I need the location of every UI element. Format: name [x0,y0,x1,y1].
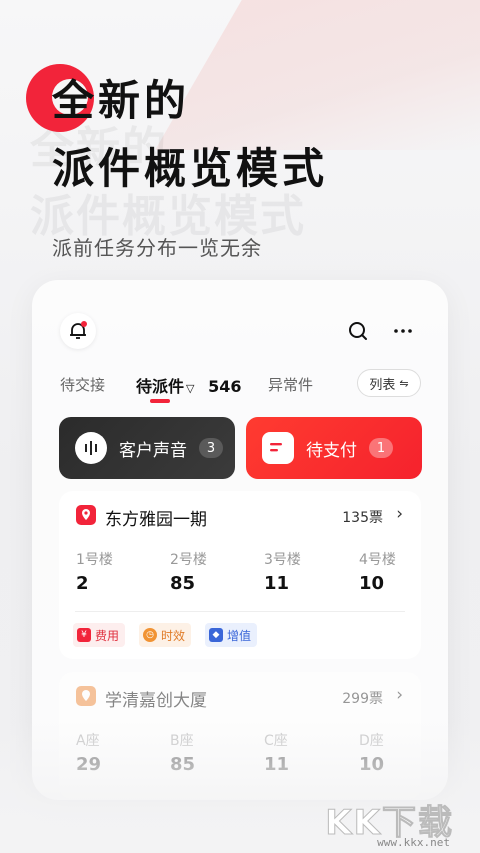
tag-timeliness: ◷ 时效 [139,623,192,647]
project-name: 东方雅园一期 [105,510,207,530]
yen-icon: ¥ [77,628,91,642]
tab-underline [150,399,170,403]
building-name: 2号楼 [170,552,207,568]
bell-icon[interactable] [60,313,96,349]
search-icon[interactable] [347,320,369,342]
tab-pending-dispatch-count: 546 [208,377,242,396]
diamond-icon: ◆ [209,628,223,642]
building-name: 3号楼 [264,552,301,568]
clock-icon: ◷ [143,628,157,642]
building-stat[interactable]: 2号楼 85 [170,549,250,594]
list-view-toggle[interactable]: 列表 ⇋ [357,369,421,397]
location-pin-icon [76,505,96,525]
tag-fee: ¥ 费用 [73,623,126,647]
list-view-label: 列表 [369,377,396,393]
tag-fee-label: 费用 [95,628,120,643]
divider [75,611,405,612]
location-pin-icon [76,686,96,706]
project-card[interactable]: 东方雅园一期 135票 › 1号楼 2 2号楼 85 3号楼 11 4号楼 10 ¥ 费用… [59,491,421,659]
hero-title-line2: 派件概览模式 [52,144,329,193]
tag-value-added: ◆ 增值 [205,623,258,647]
building-stat[interactable]: 4号楼 10 [359,549,439,594]
swap-icon: ⇋ [399,376,409,390]
project-count: 299票 [342,691,383,707]
more-icon[interactable] [392,320,414,342]
hero-subtitle: 派前任务分布一览无余 [52,236,262,260]
tab-pending-dispatch-label: 待派件 [136,377,185,396]
pending-payment-label: 待支付 [306,440,357,461]
customer-voice-count: 3 [199,438,223,458]
building-stat[interactable]: 3号楼 11 [264,549,344,594]
project-name: 学清嘉创大厦 [105,691,207,711]
tab-pending-dispatch[interactable]: 待派件 ▽ 546 [136,373,241,397]
filter-icon[interactable]: ▽ [186,382,194,395]
building-value: 2 [76,573,89,594]
chevron-right-icon[interactable]: › [396,685,403,705]
tag-value-added-label: 增值 [227,628,252,643]
building-value: 10 [359,573,385,594]
chevron-right-icon[interactable]: › [396,504,403,524]
customer-voice-button[interactable]: 客户声音 3 [59,417,235,479]
building-name: 4号楼 [359,552,396,568]
watermark-url: www.kkx.net [377,836,450,849]
pending-payment-count: 1 [369,438,393,458]
payment-doc-icon [262,432,294,464]
building-name: 1号楼 [76,552,113,568]
customer-voice-label: 客户声音 [119,440,187,461]
building-value: 11 [264,573,290,594]
building-value: 85 [170,573,196,594]
pending-payment-button[interactable]: 待支付 1 [246,417,422,479]
hero-title: 全新的 [52,76,191,125]
project-count: 135票 [342,510,383,526]
tag-timeliness-label: 时效 [161,628,186,643]
tab-handover[interactable]: 待交接 [60,374,105,395]
building-stat[interactable]: 1号楼 2 [76,549,156,594]
tab-exception[interactable]: 异常件 [268,374,313,395]
voice-wave-icon [75,432,107,464]
